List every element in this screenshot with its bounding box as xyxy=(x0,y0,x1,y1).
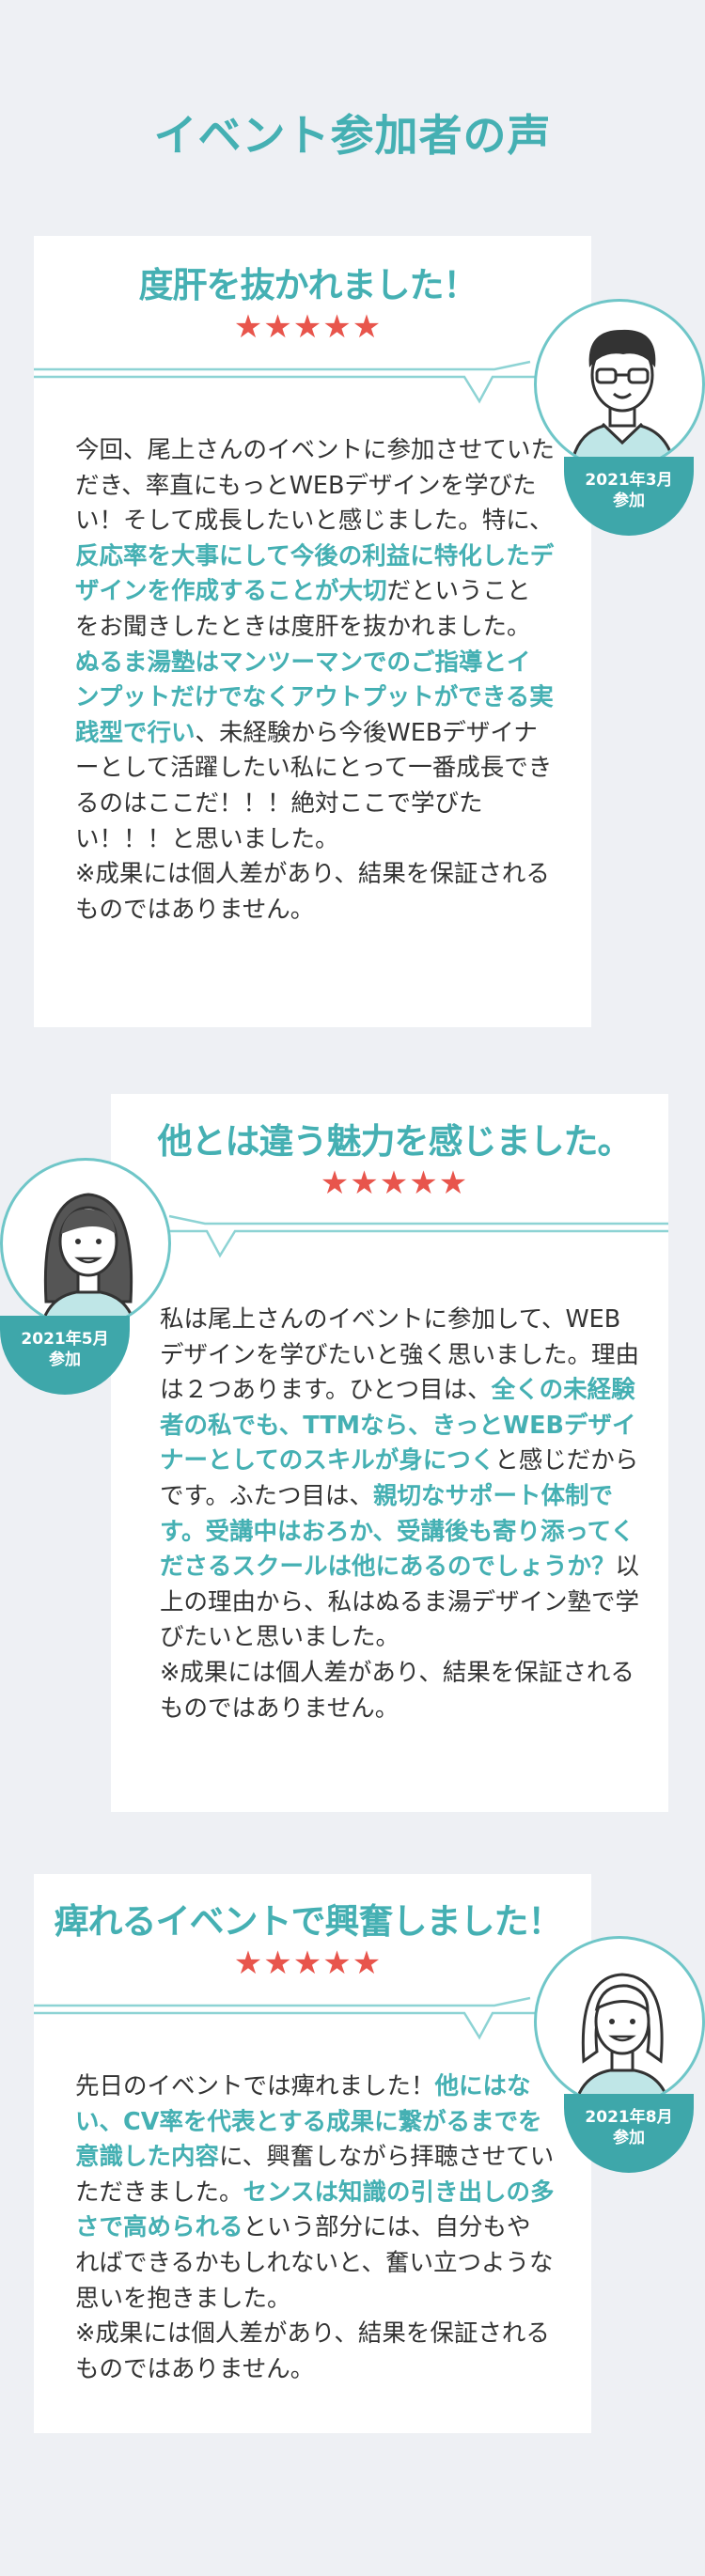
testimonial-body: 先日のイベントでは痺れました！他にはない、CV率を代表とする成果に繋がるまでを意… xyxy=(75,2069,555,2387)
avatar xyxy=(0,1158,171,1329)
participation-label: 参加 xyxy=(49,1350,81,1369)
card-header: 度肝を抜かれました！ ★★★★★ xyxy=(34,236,591,343)
avatar xyxy=(534,299,705,470)
avatar xyxy=(534,1936,705,2107)
man-with-glasses-icon xyxy=(570,329,677,467)
disclaimer-note: ※成果には個人差があり、結果を保証されるものではありません。 xyxy=(75,2319,550,2383)
card-title: 他とは違う魅力を感じました。 xyxy=(157,1121,633,1162)
testimonial-text: 今回、尾上さんのイベントに参加させていただき、率直にもっとWEBデザインを学びた… xyxy=(75,436,556,853)
testimonial-card: 度肝を抜かれました！ ★★★★★ 今回、尾上さんのイベントに参加させていただき、… xyxy=(34,236,591,1027)
testimonial-body: 今回、尾上さんのイベントに参加させていただき、率直にもっとWEBデザインを学びた… xyxy=(75,433,555,928)
participation-date: 2021年3月 xyxy=(585,471,673,490)
testimonial-text: 私は尾上さんのイベントに参加して、WEBデザインを学びたいと強く思いました。理由… xyxy=(160,1305,640,1652)
woman-long-hair-icon xyxy=(39,1193,137,1326)
rating-stars: ★★★★★ xyxy=(233,1944,383,1982)
card-title: 度肝を抜かれました！ xyxy=(138,265,478,305)
card-title: 痺れるイベントで興奮しました！ xyxy=(54,1901,563,1942)
participation-label: 参加 xyxy=(613,2129,645,2147)
speech-bubble-line xyxy=(111,1214,668,1258)
card-header: 痺れるイベントで興奮しました！ ★★★★★ xyxy=(34,1874,591,1979)
disclaimer-note: ※成果には個人差があり、結果を保証されるものではありません。 xyxy=(75,860,550,924)
page-title: イベント参加者の声 xyxy=(153,110,552,161)
woman-short-hair-icon xyxy=(573,1973,671,2104)
participation-label: 参加 xyxy=(613,492,645,510)
participation-date: 2021年5月 xyxy=(21,1330,109,1349)
card-header: 他とは違う魅力を感じました。 ★★★★★ xyxy=(111,1094,668,1199)
testimonial-card: 他とは違う魅力を感じました。 ★★★★★ 私は尾上さんのイベントに参加して、WE… xyxy=(111,1094,668,1812)
participation-date: 2021年8月 xyxy=(585,2108,673,2127)
speech-bubble-line xyxy=(34,1996,591,2040)
testimonial-body: 私は尾上さんのイベントに参加して、WEBデザインを学びたいと強く思いました。理由… xyxy=(160,1303,643,1726)
rating-stars: ★★★★★ xyxy=(320,1164,469,1202)
testimonial-text: 先日のイベントでは痺れました！他にはない、CV率を代表とする成果に繋がるまでを意… xyxy=(75,2072,555,2313)
testimonial-card: 痺れるイベントで興奮しました！ ★★★★★ 先日のイベントでは痺れました！他には… xyxy=(34,1874,591,2433)
rating-stars: ★★★★★ xyxy=(233,308,383,346)
speech-bubble-line xyxy=(34,360,591,404)
disclaimer-note: ※成果には個人差があり、結果を保証されるものではありません。 xyxy=(160,1658,634,1723)
